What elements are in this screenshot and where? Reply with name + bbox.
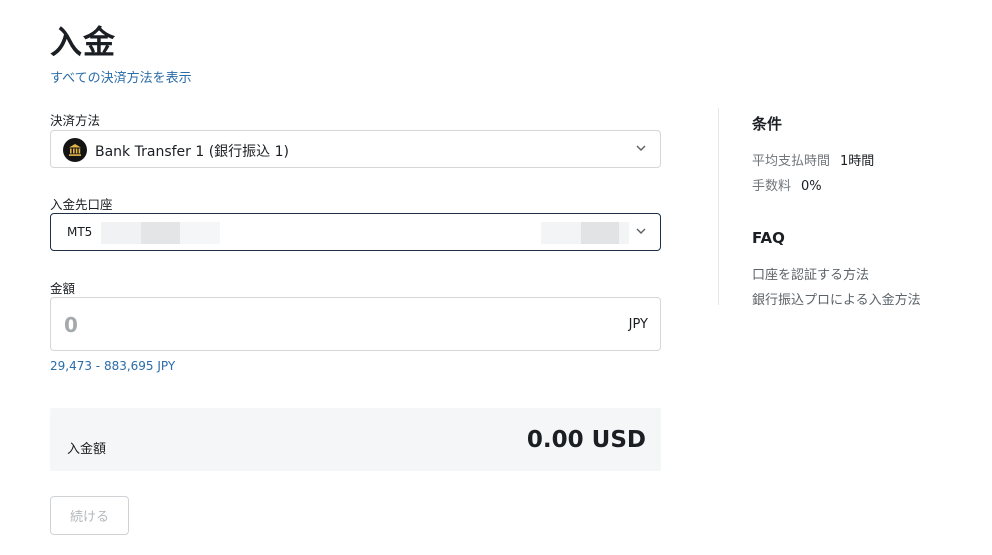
- condition-key: 平均支払時間: [752, 154, 831, 169]
- condition-key: 手数料: [752, 179, 792, 194]
- redacted-account-number: [141, 222, 180, 244]
- account-label: 入金先口座: [50, 197, 113, 212]
- conditions-heading: 条件: [752, 115, 783, 133]
- deposit-amount-label: 入金額: [67, 442, 107, 457]
- chevron-down-icon: [636, 145, 646, 151]
- amount-input[interactable]: [62, 309, 586, 341]
- amount-field[interactable]: JPY: [50, 297, 661, 351]
- redacted-balance: [619, 222, 629, 244]
- amount-label: 金額: [50, 281, 76, 296]
- condition-value: 1時間: [840, 154, 875, 169]
- redacted-balance: [541, 222, 581, 244]
- account-type: MT5: [67, 225, 93, 239]
- redacted-account-number: [180, 222, 220, 244]
- condition-row: 手数料 0%: [752, 175, 822, 194]
- payment-method-value: Bank Transfer 1 (銀行振込 1): [95, 144, 289, 160]
- redacted-balance: [581, 222, 619, 244]
- continue-button[interactable]: 続ける: [50, 496, 129, 535]
- faq-heading: FAQ: [752, 229, 785, 247]
- condition-row: 平均支払時間 1時間: [752, 150, 874, 169]
- chevron-down-icon: [636, 228, 646, 234]
- bank-icon: [63, 138, 87, 162]
- faq-link-verify-account[interactable]: 口座を認証する方法: [752, 264, 869, 283]
- page-title: 入金: [50, 23, 117, 61]
- faq-link-bank-transfer-pro[interactable]: 銀行振込プロによる入金方法: [752, 289, 921, 308]
- deposit-summary: 入金額 0.00 USD: [50, 408, 661, 471]
- payment-method-label: 決済方法: [50, 113, 101, 128]
- amount-range: 29,473 - 883,695 JPY: [50, 359, 176, 373]
- condition-value: 0%: [801, 179, 822, 194]
- deposit-amount-value: 0.00 USD: [526, 427, 646, 453]
- redacted-account-number: [101, 222, 141, 244]
- account-select[interactable]: MT5: [50, 213, 661, 251]
- payment-method-select[interactable]: Bank Transfer 1 (銀行振込 1): [50, 130, 661, 168]
- amount-currency: JPY: [628, 317, 648, 332]
- show-all-methods-link[interactable]: すべての決済方法を表示: [50, 67, 192, 86]
- vertical-divider: [718, 108, 719, 305]
